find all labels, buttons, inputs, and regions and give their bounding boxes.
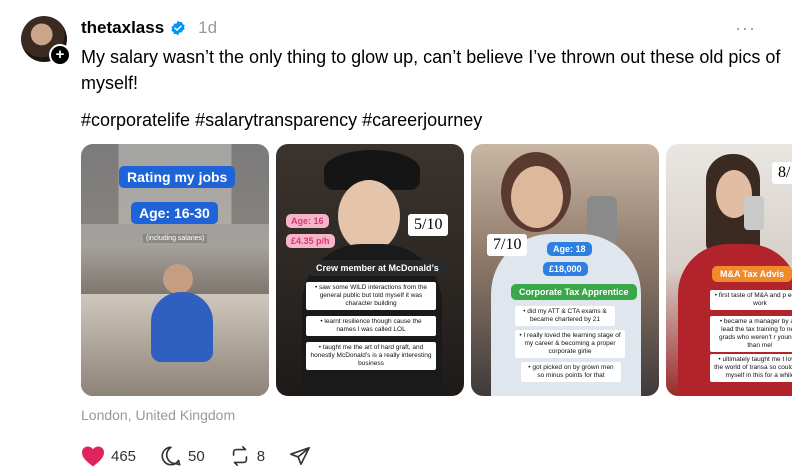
card-bullet: • did my ATT & CTA exams & became charte… [515, 306, 615, 326]
card-bullet: • saw some WILD interactions from the ge… [306, 282, 436, 310]
post-hashtags[interactable]: #corporatelife #salarytransparency #care… [81, 110, 482, 131]
follow-plus-icon[interactable]: + [49, 44, 71, 66]
card-pay: £4.35 p/h [286, 234, 335, 248]
card-age: Age: 16 [286, 214, 329, 228]
card-age: Age: 18 [547, 242, 592, 256]
post-header: thetaxlass 1d [81, 17, 217, 39]
card-age: Age: 16-30 [131, 202, 218, 224]
card-score: 5/10 [408, 214, 449, 236]
card-score: 8/ [772, 162, 792, 184]
more-options-icon[interactable]: ··· [735, 18, 756, 39]
carousel-image-1[interactable]: Rating my jobs Age: 16-30 (including sal… [81, 144, 269, 396]
card-role: Crew member at McDonald’s [308, 260, 447, 276]
card-bullet: • learnt resilience though cause the nam… [306, 316, 436, 336]
repost-button[interactable]: 8 [229, 445, 265, 467]
card-title: Rating my jobs [119, 166, 236, 188]
card-role: M&A Tax Advis [712, 266, 792, 282]
share-button[interactable] [289, 445, 317, 467]
comment-icon [161, 446, 181, 466]
card-bullet: • taught me the art of hard graft, and h… [306, 342, 436, 370]
like-button[interactable]: 465 [81, 445, 136, 467]
image-carousel[interactable]: Rating my jobs Age: 16-30 (including sal… [81, 144, 792, 396]
carousel-image-4[interactable]: 8/ M&A Tax Advis • first taste of M&A an… [666, 144, 792, 396]
heart-icon [82, 446, 104, 467]
username[interactable]: thetaxlass [81, 18, 164, 38]
like-count: 465 [111, 447, 137, 465]
card-bullet: • got picked on by grown men so minus po… [521, 362, 621, 382]
verified-badge-icon [171, 20, 185, 36]
card-role: Corporate Tax Apprentice [511, 284, 637, 300]
share-icon [290, 446, 311, 466]
card-score: 7/10 [487, 234, 528, 256]
repost-icon [232, 446, 247, 466]
card-note: (including salaries) [143, 234, 208, 243]
post-text: My salary wasn’t the only thing to glow … [81, 47, 781, 93]
post-time[interactable]: 1d [198, 18, 217, 38]
carousel-image-2[interactable]: Age: 16 £4.35 p/h 5/10 Crew member at Mc… [276, 144, 464, 396]
avatar[interactable]: + [21, 16, 71, 66]
card-bullet: • I really loved the learning stage of m… [515, 330, 625, 358]
action-bar: 465 50 8 [81, 444, 341, 468]
card-bullet: • first taste of M&A and p equity work [710, 290, 792, 310]
card-bullet: • ultimately taught me t loved the world… [710, 354, 792, 382]
comment-count: 50 [188, 447, 205, 465]
card-bullet: • became a manager by a & lead the tax t… [710, 316, 792, 352]
repost-count: 8 [256, 447, 266, 465]
comment-button[interactable]: 50 [160, 445, 205, 467]
card-pay: £18,000 [543, 262, 588, 276]
carousel-image-3[interactable]: 7/10 Age: 18 £18,000 Corporate Tax Appre… [471, 144, 659, 396]
post-location[interactable]: London, United Kingdom [81, 407, 235, 423]
